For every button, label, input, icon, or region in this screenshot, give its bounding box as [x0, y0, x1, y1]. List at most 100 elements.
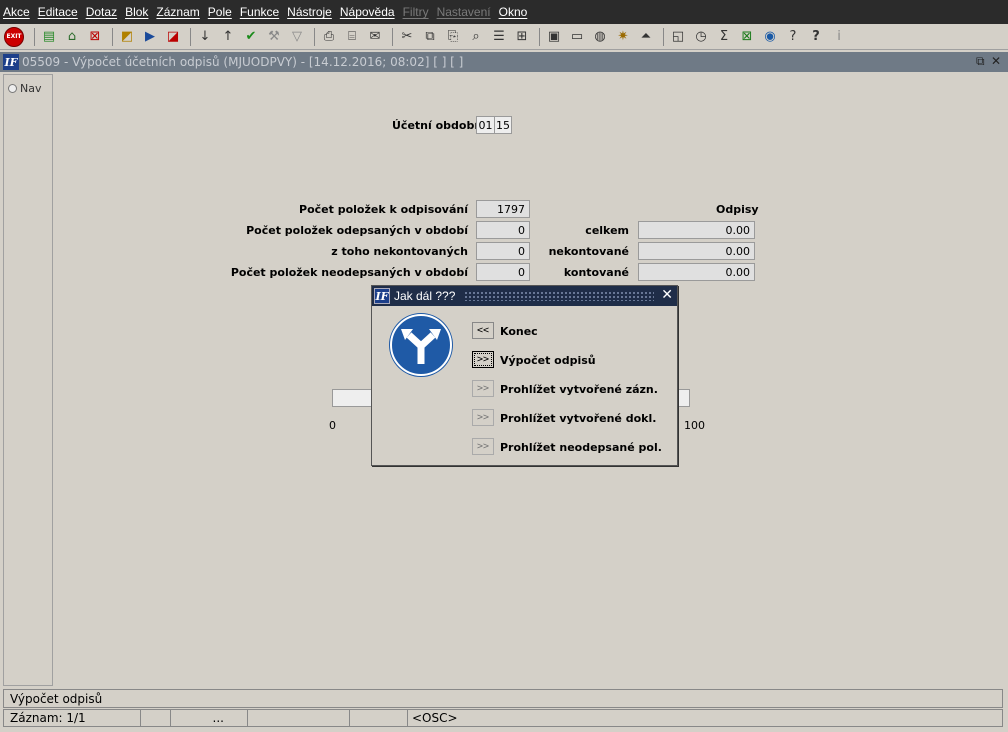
vypocet-odpisu-button[interactable]: >>: [472, 351, 494, 368]
toolbar-separator: [190, 27, 191, 46]
view-documents-label: Prohlížet vytvořené dokl.: [500, 412, 657, 425]
window-title-bar: IF 05509 - Výpočet účetních odpisů (MJUO…: [0, 52, 1008, 72]
filter-icon[interactable]: ▽: [287, 27, 307, 47]
menu-funkce[interactable]: Funkce: [240, 5, 279, 19]
menu-editace[interactable]: Editace: [38, 5, 78, 19]
commit-check-icon[interactable]: ✔: [241, 27, 261, 47]
kont-field[interactable]: 0.00: [638, 263, 755, 281]
nav-panel: Nav: [3, 74, 53, 686]
status-message-bar: Výpočet odpisů: [3, 689, 1003, 708]
settings-wheel-icon[interactable]: ✷: [613, 27, 633, 47]
unposted-label: z toho nekontovaných: [331, 245, 468, 258]
print-preview-icon[interactable]: ⌸: [342, 27, 362, 47]
internet-icon[interactable]: ◉: [760, 27, 780, 47]
count-field[interactable]: 1797: [476, 200, 530, 218]
search-replace-icon[interactable]: ⌕: [466, 27, 486, 47]
progress-min-label: 0: [329, 419, 336, 432]
window-title: 05509 - Výpočet účetních odpisů (MJUODPV…: [22, 55, 464, 69]
cut-icon[interactable]: ✂: [397, 27, 417, 47]
app-logo-icon: IF: [374, 288, 390, 304]
tree-icon[interactable]: ⊞: [512, 27, 532, 47]
konec-label: Konec: [500, 325, 538, 338]
menu-bar: Akce Editace Dotaz Blok Záznam Pole Funk…: [0, 0, 1008, 24]
toolbar-separator: [112, 27, 113, 46]
status-segment: [247, 710, 307, 726]
next-step-dialog: IF Jak dál ??? ✕ << Konec >> Výpočet odp…: [371, 285, 678, 466]
duplicate-record-icon[interactable]: ⌂: [62, 27, 82, 47]
view-documents-button[interactable]: >>: [472, 409, 494, 426]
total-field[interactable]: 0.00: [638, 221, 755, 239]
menu-akce[interactable]: Akce: [3, 5, 30, 19]
document-icon[interactable]: ▭: [567, 27, 587, 47]
chart-icon[interactable]: ◱: [668, 27, 688, 47]
restore-icon[interactable]: ⧉: [976, 54, 985, 69]
menu-zaznam[interactable]: Záznam: [156, 5, 199, 19]
menu-okno[interactable]: Okno: [499, 5, 528, 19]
view-unwritten-button[interactable]: >>: [472, 438, 494, 455]
mountain-icon[interactable]: ⏶: [636, 27, 656, 47]
status-info-bar: Záznam: 1/1 ... <OSC>: [3, 709, 1003, 727]
menu-filtry: Filtry: [402, 5, 429, 19]
toolbar-separator: [539, 27, 540, 46]
mail-icon[interactable]: ✉: [365, 27, 385, 47]
print-icon[interactable]: ⎙: [319, 27, 339, 47]
dialog-title: Jak dál ???: [394, 289, 456, 303]
delete-record-icon[interactable]: ⊠: [85, 27, 105, 47]
help-icon[interactable]: ?: [806, 27, 826, 47]
menu-pole[interactable]: Pole: [208, 5, 232, 19]
menu-dotaz[interactable]: Dotaz: [86, 5, 117, 19]
period-month-field[interactable]: 01: [476, 116, 495, 134]
written-label: Počet položek odepsaných v období: [246, 224, 468, 237]
sort-descending-icon[interactable]: ↑: [218, 27, 238, 47]
wrench-icon[interactable]: ⚒: [264, 27, 284, 47]
total-label: celkem: [585, 224, 629, 237]
odpisy-heading: Odpisy: [716, 203, 759, 216]
query-execute-icon[interactable]: ▶: [140, 27, 160, 47]
radio-icon: [8, 84, 17, 93]
turn-left-or-right-sign-icon: [390, 314, 452, 376]
view-records-label: Prohlížet vytvořené zázn.: [500, 383, 658, 396]
menu-napoveda[interactable]: Nápověda: [340, 5, 395, 19]
period-year-field[interactable]: 15: [494, 116, 512, 134]
toolbar-separator: [314, 27, 315, 46]
copy-icon[interactable]: ⧉: [420, 27, 440, 47]
clipboard-icon[interactable]: ▣: [544, 27, 564, 47]
konec-button[interactable]: <<: [472, 322, 494, 339]
close-icon[interactable]: ✕: [991, 54, 1001, 68]
toolbar-separator: [392, 27, 393, 46]
sort-ascending-icon[interactable]: ↓: [195, 27, 215, 47]
menu-blok[interactable]: Blok: [125, 5, 148, 19]
view-records-button[interactable]: >>: [472, 380, 494, 397]
excel-icon[interactable]: ⊠: [737, 27, 757, 47]
title-pattern: [464, 291, 654, 301]
dialog-title-bar: IF Jak dál ??? ✕: [372, 286, 677, 306]
query-cancel-icon[interactable]: ◪: [163, 27, 183, 47]
paste-icon[interactable]: ⎘: [443, 27, 463, 47]
kont-label: kontované: [563, 266, 629, 279]
nekont-label: nekontované: [548, 245, 629, 258]
toolbar: EXIT ▤ ⌂ ⊠ ◩ ▶ ◪ ↓ ↑ ✔ ⚒ ▽ ⎙ ⌸ ✉ ✂ ⧉ ⎘ ⌕…: [0, 24, 1008, 50]
insert-record-icon[interactable]: ▤: [39, 27, 59, 47]
query-enter-icon[interactable]: ◩: [117, 27, 137, 47]
globe-icon[interactable]: ◍: [590, 27, 610, 47]
help-context-icon[interactable]: ?: [783, 27, 803, 47]
nekont-field[interactable]: 0.00: [638, 242, 755, 260]
period-label: Účetní období: [392, 119, 479, 132]
nav-item[interactable]: Nav: [8, 82, 41, 95]
record-counter: Záznam: 1/1: [10, 711, 86, 725]
progress-max-label: 100: [684, 419, 705, 432]
mode-indicator: <OSC>: [407, 710, 507, 726]
exit-button[interactable]: EXIT: [4, 26, 24, 47]
toolbar-separator: [34, 27, 35, 46]
list-icon[interactable]: ☰: [489, 27, 509, 47]
status-segment: [140, 710, 145, 726]
sum-icon[interactable]: Σ: [714, 27, 734, 47]
app-logo-icon: IF: [3, 54, 19, 70]
status-dots: ...: [170, 710, 230, 726]
menu-nastroje[interactable]: Nástroje: [287, 5, 332, 19]
status-segment: [349, 710, 409, 726]
info-icon[interactable]: i: [829, 27, 849, 47]
calendar-icon[interactable]: ◷: [691, 27, 711, 47]
dialog-close-icon[interactable]: ✕: [661, 287, 673, 303]
status-message: Výpočet odpisů: [10, 691, 103, 706]
